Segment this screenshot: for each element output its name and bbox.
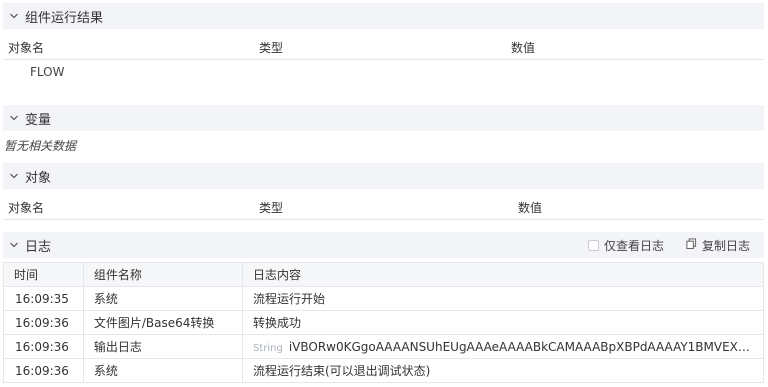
column-header-value: 数值	[511, 41, 536, 55]
log-content-text: iVBORw0KGgoAAAANSUhEUgAAAeAAAABkCAMAAABp…	[288, 339, 764, 354]
log-component: 系统	[82, 358, 243, 383]
objects-columns: 对象名 类型 数值	[3, 196, 764, 220]
log-time: 16:09:36	[3, 334, 84, 359]
column-header-type: 类型	[259, 41, 284, 55]
type-tag: String	[252, 342, 283, 354]
log-time: 16:09:35	[3, 286, 84, 311]
log-actions: 仅查看日志 复制日志	[587, 232, 750, 258]
copy-log-button[interactable]: 复制日志	[686, 237, 750, 254]
chevron-down-icon[interactable]	[3, 240, 25, 250]
section-title: 组件运行结果	[25, 10, 104, 26]
column-header-time: 时间	[3, 262, 84, 287]
objects-header[interactable]: 对象	[3, 163, 764, 189]
table-row[interactable]: 16:09:35 系统 流程运行开始	[3, 286, 765, 311]
object-row-flow[interactable]: FLOW	[30, 65, 64, 79]
section-title: 日志	[25, 239, 52, 255]
column-header-content: 日志内容	[241, 262, 765, 287]
column-header-value: 数值	[518, 201, 543, 215]
table-row[interactable]: 16:09:36 输出日志 String iVBORw0KGgoAAAANSUhE…	[3, 334, 765, 359]
log-time: 16:09:36	[3, 358, 84, 383]
table-header-row: 时间 组件名称 日志内容	[3, 262, 765, 287]
component-result-columns: 对象名 类型 数值	[3, 36, 764, 60]
log-table: 时间 组件名称 日志内容 16:09:35 系统 流程运行开始 16:09:36…	[3, 262, 765, 383]
section-title: 对象	[25, 170, 52, 186]
column-header-type: 类型	[259, 201, 284, 215]
log-content: 流程运行结束(可以退出调试状态)	[241, 358, 765, 383]
log-time: 16:09:36	[3, 310, 84, 335]
column-header-component: 组件名称	[82, 262, 243, 287]
log-content: 转换成功	[241, 310, 765, 335]
section-title: 变量	[25, 112, 52, 128]
chevron-down-icon[interactable]	[3, 171, 25, 181]
column-header-name: 对象名	[8, 201, 45, 215]
empty-data-text: 暂无相关数据	[4, 139, 77, 153]
chevron-down-icon[interactable]	[3, 113, 25, 123]
chevron-down-icon[interactable]	[3, 11, 25, 21]
log-component: 文件图片/Base64转换	[82, 310, 243, 335]
table-row[interactable]: 16:09:36 系统 流程运行结束(可以退出调试状态)	[3, 358, 765, 383]
component-result-header[interactable]: 组件运行结果	[3, 3, 764, 29]
log-component: 输出日志	[82, 334, 243, 359]
log-header[interactable]: 日志 仅查看日志 复制日志	[3, 232, 764, 258]
copy-icon	[686, 238, 697, 252]
table-row[interactable]: 16:09:36 文件图片/Base64转换 转换成功	[3, 310, 765, 335]
only-view-log-label: 仅查看日志	[603, 238, 664, 253]
log-content: String iVBORw0KGgoAAAANSUhEUgAAAeAAAABkCA…	[241, 334, 765, 359]
column-header-name: 对象名	[8, 41, 45, 55]
copy-log-label: 复制日志	[701, 238, 750, 253]
only-view-log-toggle[interactable]: 仅查看日志	[587, 237, 664, 254]
variables-header[interactable]: 变量	[3, 105, 764, 131]
checkbox[interactable]	[587, 239, 599, 251]
log-component: 系统	[82, 286, 243, 311]
log-content: 流程运行开始	[241, 286, 765, 311]
